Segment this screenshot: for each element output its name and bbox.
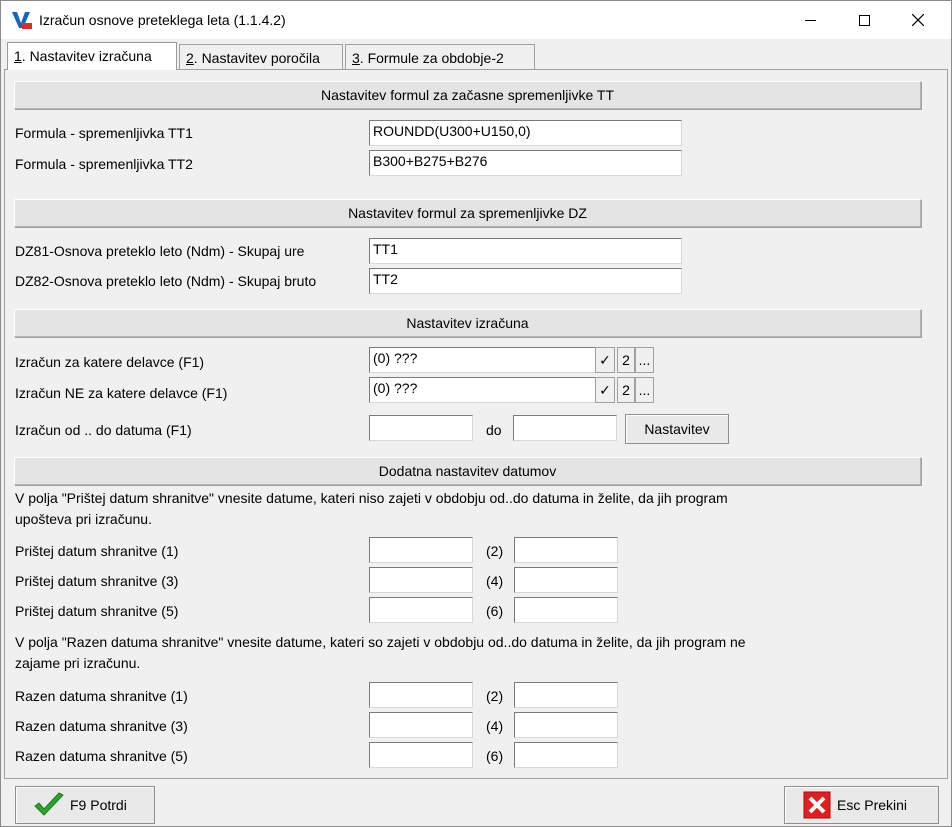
minimize-icon: [804, 19, 816, 21]
dz82-label: DZ82-Osnova preteklo leto (Ndm) - Skupaj…: [15, 273, 317, 289]
date-to-label: do: [486, 422, 502, 438]
workers-include-count-button[interactable]: 2: [617, 347, 635, 373]
tt2-formula-input[interactable]: B300+B275+B276: [369, 150, 682, 176]
dialog-window: Izračun osnove preteklega leta (1.1.4.2)…: [0, 0, 952, 827]
workers-include-browse-button[interactable]: ...: [635, 347, 654, 373]
tab-hotkey: 3: [352, 50, 360, 66]
date-range-label: Izračun od .. do datuma (F1): [15, 422, 192, 438]
workers-exclude-browse-button[interactable]: ...: [635, 377, 654, 403]
tt2-label: Formula - spremenljivka TT2: [15, 156, 193, 172]
tab-label: . Formule za obdobje-2: [359, 50, 504, 66]
title-bar: Izračun osnove preteklega leta (1.1.4.2): [1, 1, 951, 39]
maximize-icon: [858, 14, 870, 26]
except-date-input-5[interactable]: [369, 742, 473, 768]
except-date-label-3: Razen datuma shranitve (3): [15, 718, 188, 734]
except-date-input-6[interactable]: [514, 742, 618, 768]
dz82-formula-input[interactable]: TT2: [369, 268, 682, 294]
add-date-input-5[interactable]: [369, 597, 473, 623]
maximize-button[interactable]: [841, 1, 887, 39]
section-header-calc: Nastavitev izračuna: [14, 309, 921, 337]
date-from-input[interactable]: [369, 415, 473, 441]
add-date-label-2: (2): [486, 543, 504, 559]
add-date-input-6[interactable]: [514, 597, 618, 623]
minimize-button[interactable]: [787, 1, 833, 39]
cancel-button[interactable]: Esc Prekini: [784, 786, 939, 824]
except-date-input-3[interactable]: [369, 712, 473, 738]
settings-button[interactable]: Nastavitev: [625, 414, 729, 444]
except-date-label-1: Razen datuma shranitve (1): [15, 688, 188, 704]
tab-label: . Nastavitev poročila: [193, 50, 320, 66]
except-date-input-4[interactable]: [514, 712, 618, 738]
section-header-dates: Dodatna nastavitev datumov: [14, 457, 921, 485]
except-date-label-2: (2): [486, 688, 504, 704]
workers-exclude-check-button[interactable]: ✓: [595, 377, 615, 403]
dz81-formula-input[interactable]: TT1: [369, 238, 682, 264]
section-header-tt: Nastavitev formul za začasne spremenljiv…: [14, 81, 921, 109]
window-title: Izračun osnove preteklega leta (1.1.4.2): [39, 12, 286, 28]
checkmark-icon: [32, 792, 66, 818]
add-date-input-4[interactable]: [514, 567, 618, 593]
dz81-label: DZ81-Osnova preteklo leto (Ndm) - Skupaj…: [15, 243, 305, 259]
workers-exclude-input[interactable]: (0) ???: [369, 377, 615, 403]
tab-hotkey: 2: [186, 50, 194, 66]
close-button[interactable]: [895, 1, 941, 39]
except-date-input-1[interactable]: [369, 682, 473, 708]
add-date-label-4: (4): [486, 573, 504, 589]
tt1-label: Formula - spremenljivka TT1: [15, 125, 193, 141]
workers-include-check-button[interactable]: ✓: [595, 347, 615, 373]
tab-calc-settings[interactable]: 1. Nastavitev izračuna: [7, 42, 177, 70]
except-date-label-6: (6): [486, 748, 504, 764]
except-dates-instructions: V polja "Razen datuma shranitve" vnesite…: [15, 634, 746, 671]
add-date-input-1[interactable]: [369, 537, 473, 563]
tt1-formula-input[interactable]: ROUNDD(U300+U150,0): [369, 120, 682, 146]
section-header-dz: Nastavitev formul za spremenljivke DZ: [14, 199, 921, 227]
tab-label: . Nastavitev izračuna: [21, 48, 152, 64]
except-date-label-4: (4): [486, 718, 504, 734]
tab-hotkey: 1: [14, 48, 22, 64]
tab-report-settings[interactable]: 2. Nastavitev poročila: [179, 44, 343, 69]
add-date-label-1: Prištej datum shranitve (1): [15, 543, 179, 559]
add-date-input-3[interactable]: [369, 567, 473, 593]
add-date-label-6: (6): [486, 603, 504, 619]
except-date-label-5: Razen datuma shranitve (5): [15, 748, 188, 764]
confirm-button[interactable]: F9 Potrdi: [15, 786, 155, 824]
date-to-input[interactable]: [513, 415, 617, 441]
tab-period-formulas[interactable]: 3. Formule za obdobje-2: [345, 44, 535, 69]
add-dates-instructions: V polja "Prištej datum shranitve" vnesit…: [15, 490, 728, 527]
workers-exclude-count-button[interactable]: 2: [617, 377, 635, 403]
add-date-label-5: Prištej datum shranitve (5): [15, 603, 179, 619]
cross-icon: [803, 791, 831, 819]
except-date-input-2[interactable]: [514, 682, 618, 708]
workers-include-input[interactable]: (0) ???: [369, 347, 615, 373]
confirm-label: F9 Potrdi: [70, 797, 127, 813]
close-icon: [912, 14, 924, 26]
app-logo-icon: [11, 10, 33, 30]
add-date-label-3: Prištej datum shranitve (3): [15, 573, 179, 589]
add-date-input-2[interactable]: [514, 537, 618, 563]
cancel-label: Esc Prekini: [837, 797, 908, 813]
workers-include-label: Izračun za katere delavce (F1): [15, 354, 205, 370]
workers-exclude-label: Izračun NE za katere delavce (F1): [15, 385, 228, 401]
